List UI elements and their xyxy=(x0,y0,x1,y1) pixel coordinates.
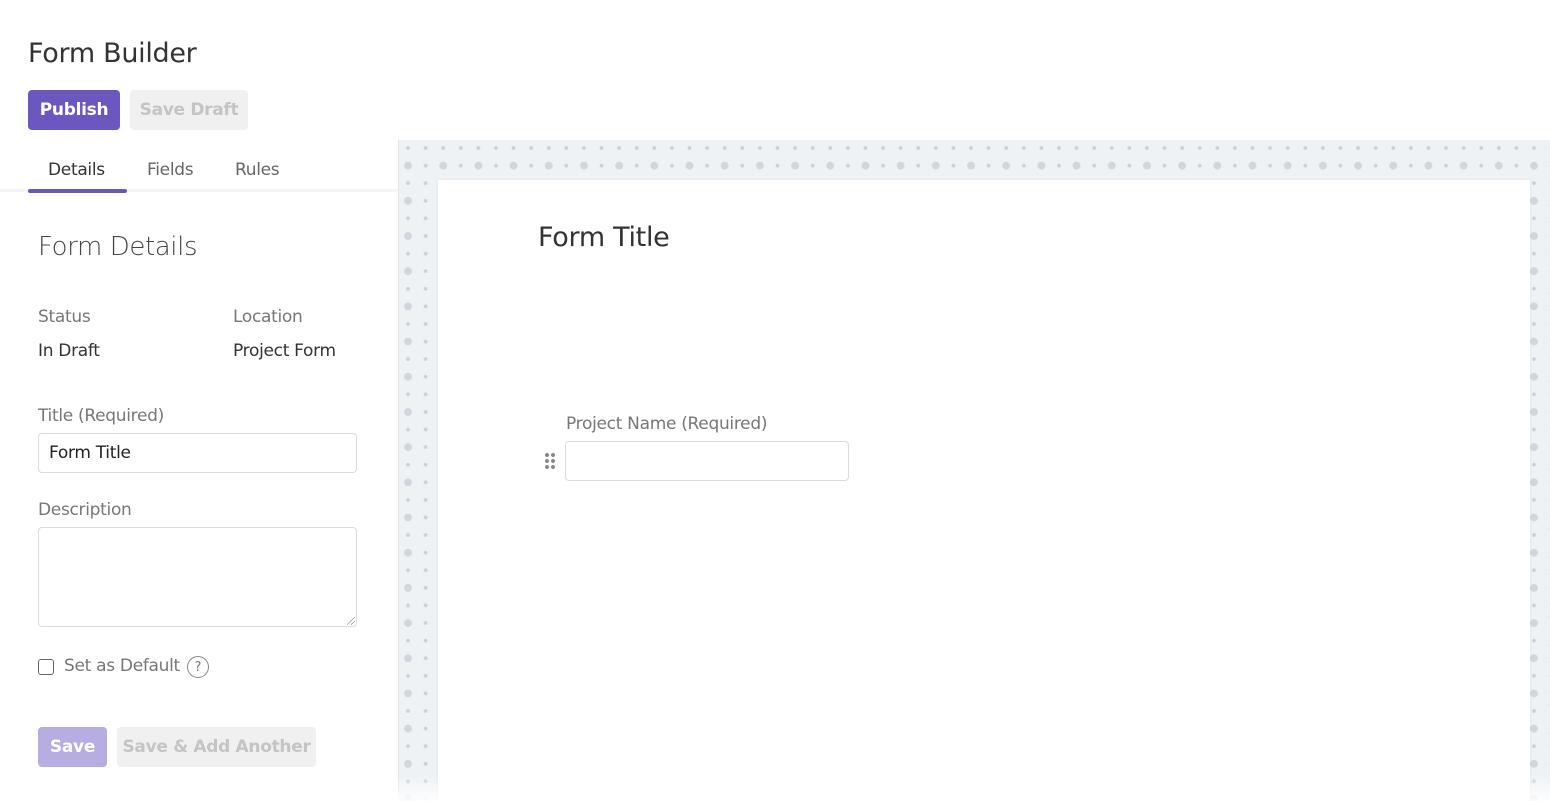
location-label: Location xyxy=(233,307,303,327)
project-name-input[interactable] xyxy=(565,441,849,481)
status-value: In Draft xyxy=(38,341,100,361)
save-button[interactable]: Save xyxy=(38,727,107,767)
location-value: Project Form xyxy=(233,341,336,361)
status-label: Status xyxy=(38,307,91,327)
set-default-label[interactable]: Set as Default xyxy=(64,656,180,676)
tab-rules[interactable]: Rules xyxy=(235,160,280,180)
save-draft-button[interactable]: Save Draft xyxy=(130,90,248,130)
title-label: Title (Required) xyxy=(38,406,164,426)
resize-handle-icon[interactable] xyxy=(347,617,355,625)
active-tab-indicator xyxy=(28,189,127,193)
description-label: Description xyxy=(38,500,132,520)
field-label: Project Name (Required) xyxy=(566,414,768,434)
section-title: Form Details xyxy=(38,232,198,262)
canvas-form-title: Form Title xyxy=(538,222,670,253)
tab-details[interactable]: Details xyxy=(48,160,105,180)
page-title: Form Builder xyxy=(28,38,197,69)
publish-button[interactable]: Publish xyxy=(28,90,120,130)
help-icon[interactable]: ? xyxy=(187,656,209,678)
canvas-fade xyxy=(398,775,1550,801)
tab-bar: Details Fields Rules xyxy=(0,150,398,192)
description-textarea[interactable] xyxy=(38,527,357,627)
set-default-checkbox[interactable] xyxy=(38,659,54,675)
form-canvas xyxy=(438,180,1530,801)
tab-fields[interactable]: Fields xyxy=(147,160,194,180)
save-and-add-another-button[interactable]: Save & Add Another xyxy=(117,727,316,767)
drag-handle-icon[interactable] xyxy=(544,452,556,470)
title-input[interactable]: Form Title xyxy=(38,433,357,473)
